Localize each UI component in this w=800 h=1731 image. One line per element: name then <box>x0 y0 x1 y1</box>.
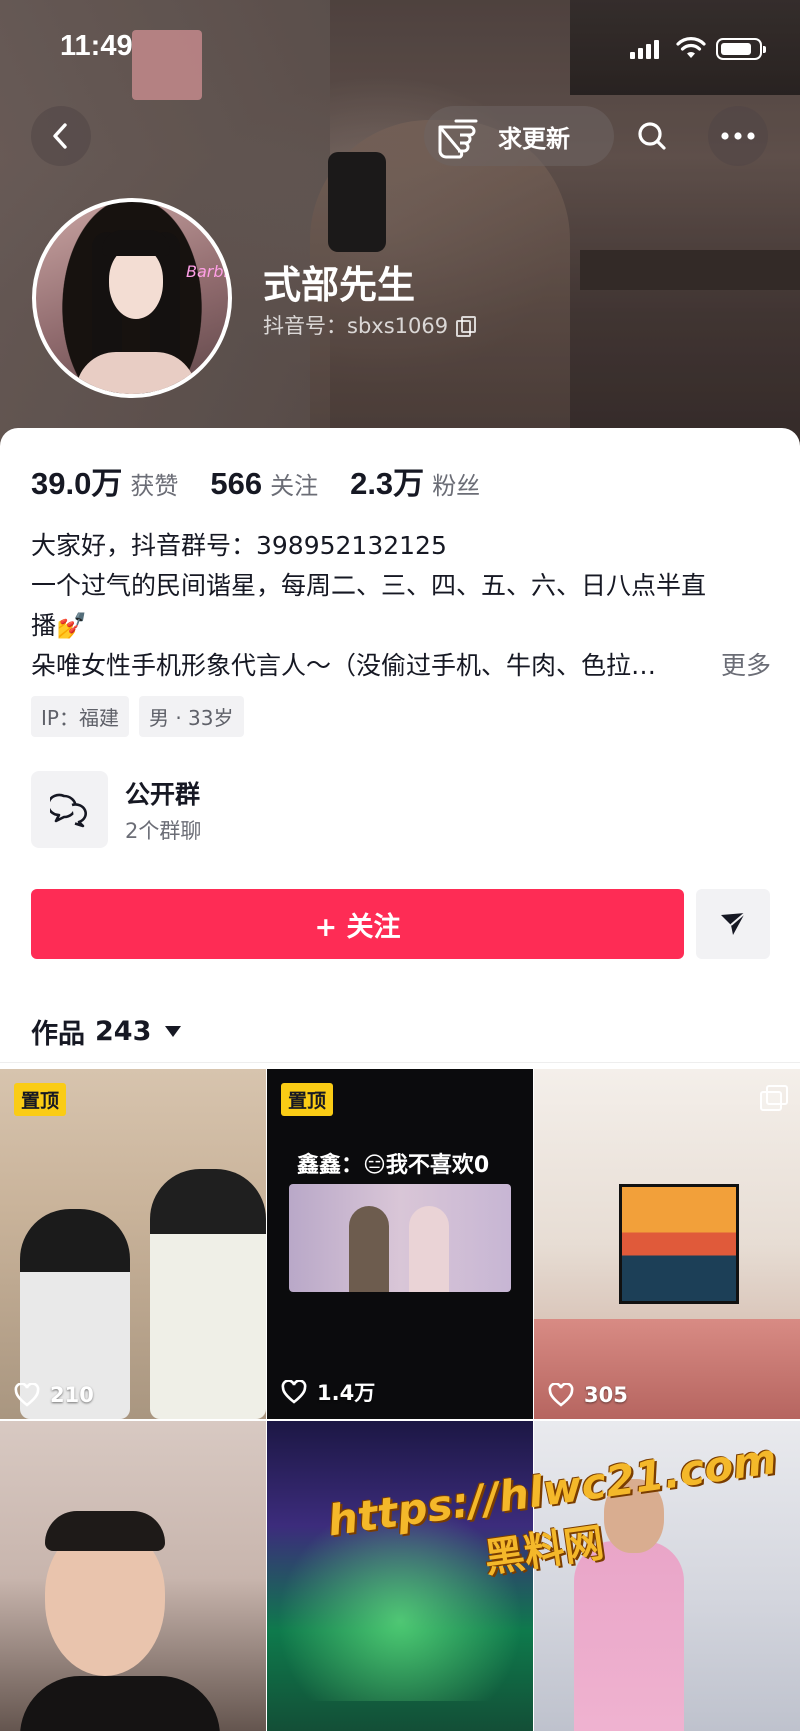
ip-tag: IP：福建 <box>31 696 129 737</box>
bio-line-last: 更多 朵唯女性手机形象代言人～（没偷过手机、牛肉、色拉… <box>31 646 771 686</box>
video-likes: 210 <box>14 1383 94 1407</box>
video-grid: 置顶 210 鑫鑫：😑我不喜欢0 置顶 1.4万 305 <box>0 1069 800 1731</box>
profile-name: 式部先生 <box>263 263 416 307</box>
status-bar: 11:49 <box>0 28 800 68</box>
heart-icon <box>14 1383 40 1407</box>
likes-stat[interactable]: 39.0万 获赞 <box>31 458 178 503</box>
pointing-hand-icon <box>438 119 478 159</box>
video-thumbnail[interactable]: 305 <box>534 1069 800 1419</box>
copy-icon[interactable] <box>456 316 477 337</box>
public-group-entry[interactable]: 公开群 2个群聊 <box>31 771 731 849</box>
battery-icon <box>716 38 766 60</box>
more-dots-icon <box>721 132 755 140</box>
video-thumbnail[interactable]: 置顶 210 <box>0 1069 266 1419</box>
multi-image-icon <box>760 1085 788 1111</box>
group-chat-icon <box>31 771 108 848</box>
bio-line: 播💅 <box>31 611 88 640</box>
pinned-badge: 置顶 <box>14 1083 67 1116</box>
gender-age-tag: 男 · 33岁 <box>138 696 244 737</box>
request-update-label: 求更新 <box>498 124 570 153</box>
fans-stat[interactable]: 2.3万 粉丝 <box>350 458 480 503</box>
following-stat[interactable]: 566 关注 <box>210 466 318 502</box>
douyin-id-text: 抖音号：sbxs1069 <box>263 314 449 338</box>
video-thumbnail[interactable]: 鑫鑫：😑我不喜欢0 置顶 1.4万 <box>267 1069 533 1419</box>
works-tab[interactable]: 作品 243 <box>31 1012 182 1051</box>
pinned-badge: 置顶 <box>281 1083 334 1116</box>
video-caption: 鑫鑫：😑我不喜欢0 <box>297 1153 490 1178</box>
avatar-neon-sign: Barbie <box>186 262 228 281</box>
bio[interactable]: 大家好，抖音群号：398952132125 一个过气的民间谐星，每周二、三、四、… <box>31 526 771 686</box>
share-button[interactable] <box>696 889 770 959</box>
video-thumbnail[interactable] <box>0 1421 266 1731</box>
signal-icon <box>630 40 659 59</box>
group-title: 公开群 <box>125 780 201 809</box>
back-button[interactable] <box>31 106 91 166</box>
top-bar: 求更新 <box>0 104 800 168</box>
send-arrow-icon <box>721 912 746 935</box>
status-time: 11:49 <box>60 30 133 62</box>
bio-line: 大家好，抖音群号：398952132125 <box>31 531 447 560</box>
video-likes: 1.4万 <box>281 1377 375 1407</box>
search-button[interactable] <box>622 106 682 166</box>
video-likes: 305 <box>548 1383 628 1407</box>
chevron-left-icon <box>53 123 67 149</box>
works-count: 243 <box>95 1016 152 1047</box>
request-update-button[interactable]: 求更新 <box>424 106 614 166</box>
bio-more-link[interactable]: 更多 <box>721 646 771 686</box>
works-label: 作品 <box>31 1019 85 1050</box>
caret-down-icon <box>165 1026 182 1037</box>
bio-line: 一个过气的民间谐星，每周二、三、四、五、六、日八点半直 <box>31 571 707 600</box>
more-button[interactable] <box>708 106 768 166</box>
search-icon <box>638 122 666 150</box>
heart-icon <box>281 1380 307 1404</box>
profile-tags: IP：福建 男 · 33岁 <box>31 696 244 737</box>
heart-icon <box>548 1383 574 1407</box>
stats-row: 39.0万 获赞 566 关注 2.3万 粉丝 <box>31 458 512 503</box>
avatar[interactable]: Barbie <box>32 198 232 398</box>
group-subtitle: 2个群聊 <box>125 819 202 843</box>
douyin-id[interactable]: 抖音号：sbxs1069 <box>263 310 477 340</box>
wifi-icon <box>676 37 706 58</box>
follow-button[interactable]: + 关注 <box>31 889 684 959</box>
